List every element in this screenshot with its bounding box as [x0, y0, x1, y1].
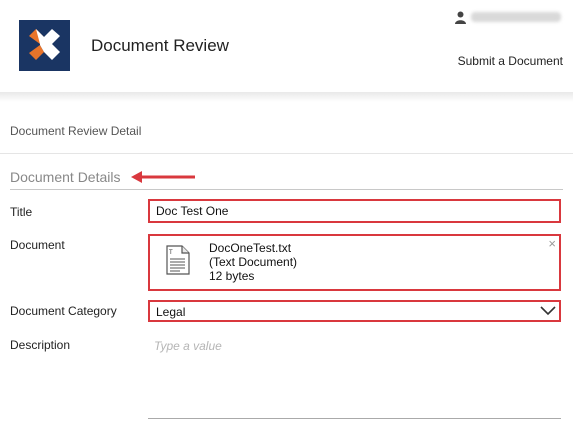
document-file-type: (Text Document) [209, 255, 298, 269]
text-file-icon: T [166, 245, 190, 275]
divider [0, 153, 573, 154]
document-attachment[interactable]: × T DocOneTest.txt (Text Document) 12 by… [148, 234, 561, 291]
submit-document-link[interactable]: Submit a Document [458, 54, 563, 68]
document-file-size: 12 bytes [209, 269, 255, 283]
user-menu[interactable] [455, 9, 561, 25]
section-divider [10, 189, 563, 190]
category-label: Document Category [10, 304, 117, 318]
user-icon [455, 11, 466, 24]
title-input[interactable]: Doc Test One [148, 199, 561, 223]
user-name-redacted [471, 12, 561, 22]
app-header: Document Review Submit a Document [0, 0, 573, 93]
document-file-name[interactable]: DocOneTest.txt [209, 241, 297, 255]
app-logo [19, 20, 70, 71]
section-title: Document Details [10, 169, 121, 185]
category-select[interactable]: Legal [148, 300, 561, 322]
title-value: Doc Test One [156, 204, 229, 218]
description-input[interactable] [148, 337, 561, 419]
document-label: Document [10, 238, 65, 252]
app-title: Document Review [91, 36, 229, 55]
title-label: Title [10, 205, 33, 219]
header-shadow [0, 92, 573, 102]
document-info: DocOneTest.txt (Text Document) 12 bytes [209, 241, 297, 283]
arrow-left-icon [131, 171, 195, 183]
nintex-x-logo-icon [19, 20, 70, 71]
svg-text:T: T [169, 250, 173, 256]
close-icon[interactable]: × [548, 236, 556, 251]
category-value: Legal [156, 305, 186, 319]
description-label: Description [10, 338, 71, 352]
page-subheader: Document Review Detail [10, 124, 142, 138]
chevron-down-icon[interactable] [540, 305, 556, 317]
